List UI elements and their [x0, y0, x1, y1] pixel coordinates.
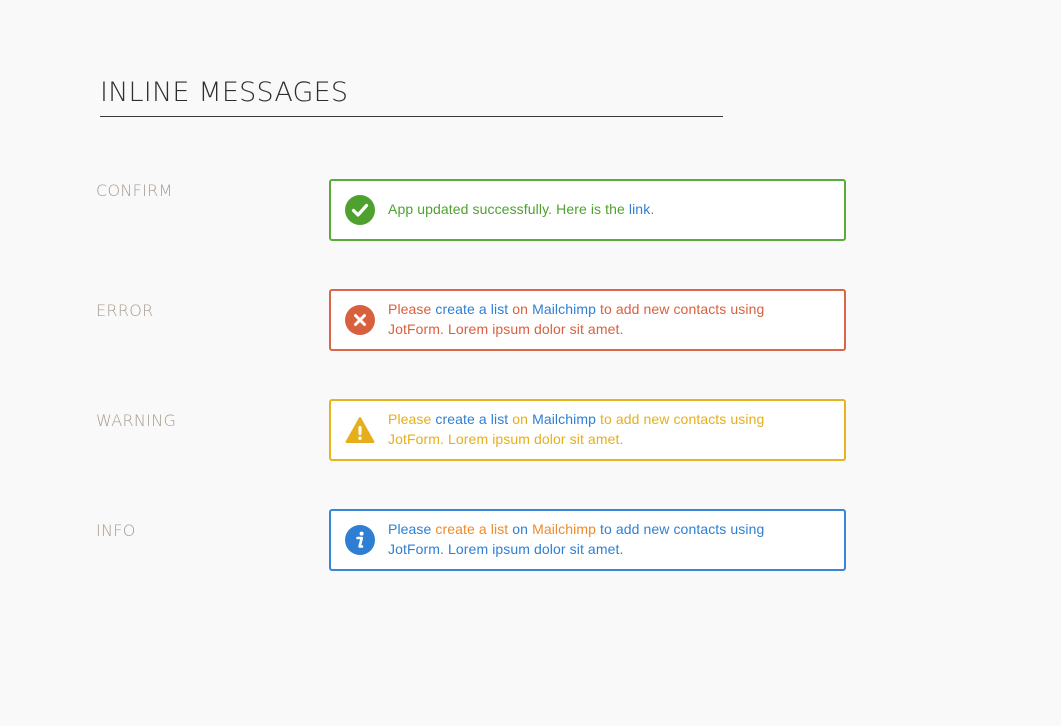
- confirm-text-after: .: [650, 201, 655, 217]
- info-create-list-link[interactable]: create a list: [435, 521, 508, 537]
- error-text-mid: on: [508, 301, 533, 317]
- info-message: Please create a list on Mailchimp to add…: [329, 509, 846, 571]
- info-label: INFO: [96, 521, 136, 540]
- warning-text-before: Please: [388, 411, 436, 427]
- info-mailchimp-link[interactable]: Mailchimp: [532, 521, 596, 537]
- x-circle-icon: [345, 305, 375, 335]
- error-message-text: Please create a list on Mailchimp to add…: [388, 299, 824, 339]
- confirm-message-text: App updated successfully. Here is the li…: [388, 199, 824, 219]
- confirm-label: CONFIRM: [96, 181, 173, 200]
- error-label: ERROR: [96, 301, 154, 320]
- warning-message: Please create a list on Mailchimp to add…: [329, 399, 846, 461]
- error-message: Please create a list on Mailchimp to add…: [329, 289, 846, 351]
- error-create-list-link[interactable]: create a list: [435, 301, 508, 317]
- warning-triangle-icon: [345, 415, 375, 445]
- warning-message-text: Please create a list on Mailchimp to add…: [388, 409, 824, 449]
- warning-text-mid: on: [508, 411, 533, 427]
- error-mailchimp-link[interactable]: Mailchimp: [532, 301, 596, 317]
- info-text-before: Please: [388, 521, 436, 537]
- info-message-text: Please create a list on Mailchimp to add…: [388, 519, 824, 559]
- confirm-message: App updated successfully. Here is the li…: [329, 179, 846, 241]
- warning-label: WARNING: [96, 411, 177, 430]
- confirm-text-before: App updated successfully. Here is the: [388, 201, 629, 217]
- error-text-before: Please: [388, 301, 436, 317]
- info-circle-icon: [345, 525, 375, 555]
- confirm-link[interactable]: link: [629, 201, 650, 217]
- check-circle-icon: [345, 195, 375, 225]
- page-title: INLINE MESSAGES: [100, 76, 723, 117]
- info-text-mid: on: [508, 521, 533, 537]
- warning-mailchimp-link[interactable]: Mailchimp: [532, 411, 596, 427]
- warning-create-list-link[interactable]: create a list: [435, 411, 508, 427]
